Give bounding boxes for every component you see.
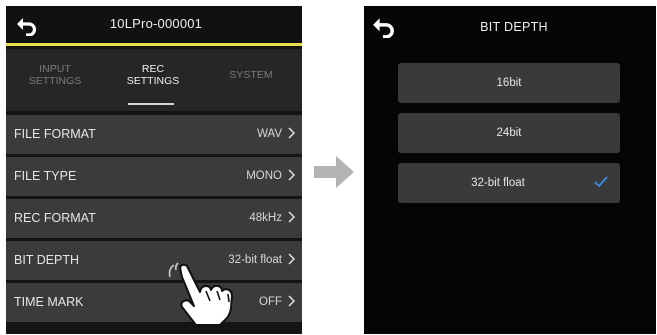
row-label: REC FORMAT <box>14 211 96 225</box>
row-value: OFF <box>259 296 282 308</box>
option-label: 32-bit float <box>471 177 525 189</box>
device-name-title: 10LPro-000001 <box>109 16 203 31</box>
back-arrow-icon <box>17 18 37 36</box>
tab-label-line1: REC <box>141 63 165 75</box>
menu-row-file-format[interactable]: FILE FORMAT WAV <box>6 115 302 154</box>
menu-row-time-mark[interactable]: TIME MARK OFF <box>6 283 302 322</box>
menu-row-file-type[interactable]: FILE TYPE MONO <box>6 157 302 196</box>
row-value: MONO <box>246 170 282 182</box>
bit-depth-screen: BIT DEPTH 16bit 24bit 32-bit float <box>364 6 656 334</box>
tab-label-line2: SETTINGS <box>28 75 82 87</box>
tab-rec-settings[interactable]: REC SETTINGS <box>104 63 202 87</box>
option-label: 24bit <box>496 127 522 139</box>
title-bar: 10LPro-000001 <box>6 6 302 46</box>
right-arrow-icon <box>314 156 354 188</box>
tab-label-line1: INPUT <box>39 63 71 75</box>
pointing-hand-icon <box>168 262 233 326</box>
checkmark-icon <box>594 176 608 188</box>
rec-settings-screen: 10LPro-000001 INPUT SETTINGS REC SETTING… <box>6 6 302 334</box>
chevron-right-icon <box>288 253 296 265</box>
row-label: FILE TYPE <box>14 169 77 183</box>
chevron-right-icon <box>288 211 296 223</box>
tab-label-line2: SETTINGS <box>126 75 180 87</box>
option-32bit-float[interactable]: 32-bit float <box>398 163 620 203</box>
option-24bit[interactable]: 24bit <box>398 113 620 153</box>
tab-label-line1: SYSTEM <box>229 69 273 81</box>
row-label: BIT DEPTH <box>14 253 80 267</box>
back-button[interactable] <box>14 14 40 38</box>
row-label: TIME MARK <box>14 295 84 309</box>
chevron-right-icon <box>288 127 296 139</box>
back-arrow-icon[interactable] <box>372 16 396 38</box>
menu-row-rec-format[interactable]: REC FORMAT 48kHz <box>6 199 302 238</box>
tab-bar: INPUT SETTINGS REC SETTINGS SYSTEM <box>6 49 302 111</box>
active-tab-indicator <box>128 103 174 105</box>
option-16bit[interactable]: 16bit <box>398 63 620 103</box>
row-label: FILE FORMAT <box>14 127 96 141</box>
option-label: 16bit <box>496 77 522 89</box>
tab-system[interactable]: SYSTEM <box>202 69 300 81</box>
tab-input-settings[interactable]: INPUT SETTINGS <box>6 63 104 87</box>
menu-row-bit-depth[interactable]: BIT DEPTH 32-bit float <box>6 241 302 280</box>
row-value: WAV <box>257 128 282 140</box>
chevron-right-icon <box>288 295 296 307</box>
row-value: 48kHz <box>249 212 282 224</box>
chevron-right-icon <box>288 169 296 181</box>
screen-title: BIT DEPTH <box>480 20 548 34</box>
